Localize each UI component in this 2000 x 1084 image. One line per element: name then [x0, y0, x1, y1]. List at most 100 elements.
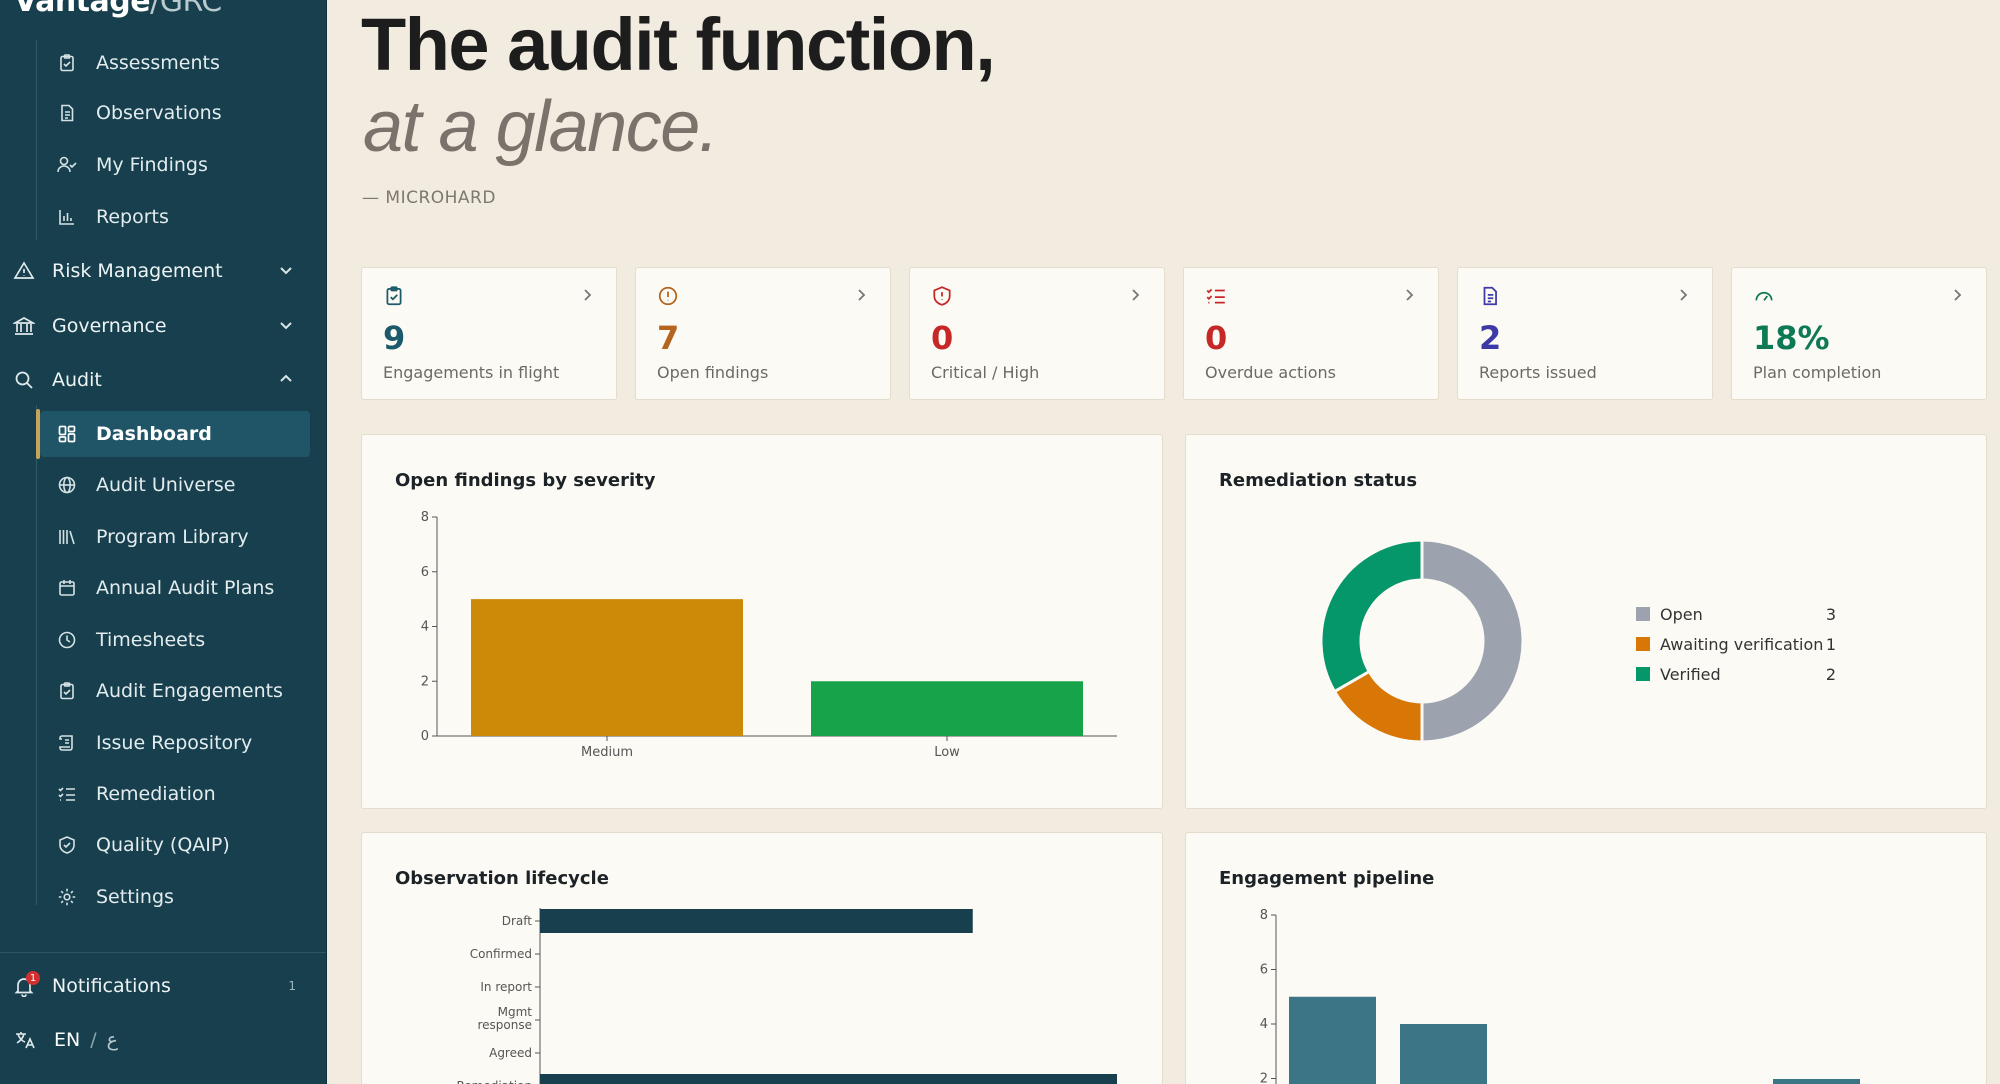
translate-icon — [14, 1029, 38, 1051]
kpi-card-plan-completion[interactable]: 18% Plan completion — [1731, 267, 1987, 400]
y-tick-label: 4 — [421, 620, 429, 635]
kpi-label: Plan completion — [1753, 363, 1882, 382]
chevron-up-icon — [278, 370, 294, 392]
sidebar-notifications[interactable]: Notifications — [0, 962, 310, 1010]
sidebar-item-settings[interactable]: Settings — [40, 874, 310, 920]
y-tick-label: Confirmed — [470, 947, 532, 961]
brand-logo[interactable]: Vantage/GRC — [14, 0, 222, 19]
section-label: Audit — [52, 369, 102, 391]
chevron-down-icon — [278, 316, 294, 338]
sidebar-item-reports[interactable]: Reports — [40, 194, 310, 240]
language-alternate[interactable]: ع — [107, 1029, 118, 1051]
bar — [1400, 1024, 1487, 1084]
sidebar-item-timesheets[interactable]: Timesheets — [40, 617, 310, 663]
sidebar-rail — [36, 40, 37, 240]
gauge-icon — [1753, 285, 1775, 307]
kpi-value: 9 — [383, 319, 406, 357]
kpi-value: 7 — [657, 319, 680, 357]
clock-icon — [56, 629, 78, 651]
sidebar-item-my-findings[interactable]: My Findings — [40, 142, 310, 188]
sidebar-item-label: Dashboard — [96, 423, 212, 445]
card-open-findings-by-severity: Open findings by severity 0 2 4 6 8 Medium Low — [361, 434, 1163, 809]
gear-icon — [56, 886, 78, 908]
sidebar-item-audit-universe[interactable]: Audit Universe — [40, 462, 310, 508]
legend-swatch — [1636, 637, 1650, 651]
globe-icon — [56, 474, 78, 496]
sidebar-item-assessments[interactable]: Assessments — [40, 40, 310, 86]
bar — [1289, 996, 1376, 1084]
chevron-right-icon — [854, 286, 868, 304]
y-tick-label: 6 — [1260, 963, 1268, 978]
sidebar-item-label: Audit Engagements — [96, 680, 283, 702]
sidebar-item-remediation[interactable]: Remediation — [40, 771, 310, 817]
language-separator: / — [90, 1029, 97, 1051]
kpi-label: Overdue actions — [1205, 363, 1337, 382]
sidebar-item-quality-qaip[interactable]: Quality (QAIP) — [40, 822, 310, 868]
legend-item-awaiting-verification[interactable]: Awaiting verification 1 — [1636, 629, 1836, 659]
slice-verified — [1319, 538, 1424, 694]
sidebar-item-observations[interactable]: Observations — [40, 90, 310, 136]
kpi-label: Engagements in flight — [383, 363, 560, 382]
sidebar-item-annual-audit-plans[interactable]: Annual Audit Plans — [40, 565, 310, 611]
section-label: Governance — [52, 315, 167, 337]
y-tick-label: response — [477, 1018, 532, 1032]
y-tick-label: 6 — [421, 565, 429, 580]
card-remediation-status: Remediation status Open 3 Awaiting verif… — [1185, 434, 1987, 809]
search-icon — [12, 368, 36, 392]
sidebar-item-audit-engagements[interactable]: Audit Engagements — [40, 668, 310, 714]
bar-remediation — [540, 1074, 1117, 1084]
legend-value: 3 — [1825, 605, 1836, 624]
legend-item-open[interactable]: Open 3 — [1636, 599, 1836, 629]
bar-low — [811, 681, 1083, 736]
kpi-card-overdue-actions[interactable]: 0 Overdue actions — [1183, 267, 1439, 400]
sidebar-section-governance[interactable]: Governance — [0, 302, 310, 350]
section-label: Risk Management — [52, 260, 223, 282]
list-check-icon — [1205, 285, 1227, 307]
y-tick-label: 8 — [421, 510, 429, 525]
sidebar-item-dashboard[interactable]: Dashboard — [40, 411, 310, 457]
kpi-value: 0 — [1205, 319, 1228, 357]
legend-label: Awaiting verification — [1660, 634, 1824, 654]
y-tick-label: Draft — [502, 914, 533, 928]
sidebar-item-issue-repository[interactable]: Issue Repository — [40, 720, 310, 766]
kpi-card-engagements[interactable]: 9 Engagements in flight — [361, 267, 617, 400]
user-check-icon — [56, 154, 78, 176]
language-switcher[interactable]: EN / ع — [0, 1020, 118, 1060]
page-subtitle: at a glance. — [363, 87, 719, 167]
list-check-icon — [56, 783, 78, 805]
chevron-down-icon — [278, 261, 294, 283]
page-title: The audit function, — [361, 3, 996, 86]
bar-medium — [471, 599, 743, 736]
sidebar-rail — [36, 405, 37, 905]
kpi-card-critical-high[interactable]: 0 Critical / High — [909, 267, 1165, 400]
bank-icon — [12, 314, 36, 338]
kpi-label: Open findings — [657, 363, 769, 382]
legend-item-verified[interactable]: Verified 2 — [1636, 659, 1836, 689]
sidebar-item-label: Settings — [96, 886, 174, 908]
sidebar-section-risk-management[interactable]: Risk Management — [0, 247, 310, 295]
sidebar-item-label: Assessments — [96, 52, 220, 74]
section-label: Notifications — [52, 975, 171, 997]
sidebar-item-label: Issue Repository — [96, 732, 253, 754]
clipboard-check-icon — [56, 680, 78, 702]
sidebar-section-audit[interactable]: Audit — [0, 356, 310, 404]
kpi-value: 0 — [931, 319, 954, 357]
slice-open — [1420, 538, 1525, 744]
y-tick-label: 8 — [1260, 908, 1268, 923]
kpi-card-reports-issued[interactable]: 2 Reports issued — [1457, 267, 1713, 400]
sidebar-item-program-library[interactable]: Program Library — [40, 514, 310, 560]
y-tick-label: Agreed — [489, 1046, 532, 1060]
chevron-right-icon — [1950, 286, 1964, 304]
sidebar-item-label: Reports — [96, 206, 169, 228]
document-icon — [1479, 285, 1501, 307]
sidebar-item-label: Annual Audit Plans — [96, 577, 275, 599]
library-icon — [56, 526, 78, 548]
kpi-card-open-findings[interactable]: 7 Open findings — [635, 267, 891, 400]
chevron-right-icon — [1402, 286, 1416, 304]
legend-value: 2 — [1825, 665, 1836, 684]
y-tick-label: In report — [480, 980, 532, 994]
language-current[interactable]: EN — [54, 1029, 80, 1051]
chart-legend: Open 3 Awaiting verification 1 Verified … — [1636, 599, 1836, 689]
kpi-value: 18% — [1753, 319, 1830, 357]
organization-name: — MICROHARD — [362, 188, 496, 208]
